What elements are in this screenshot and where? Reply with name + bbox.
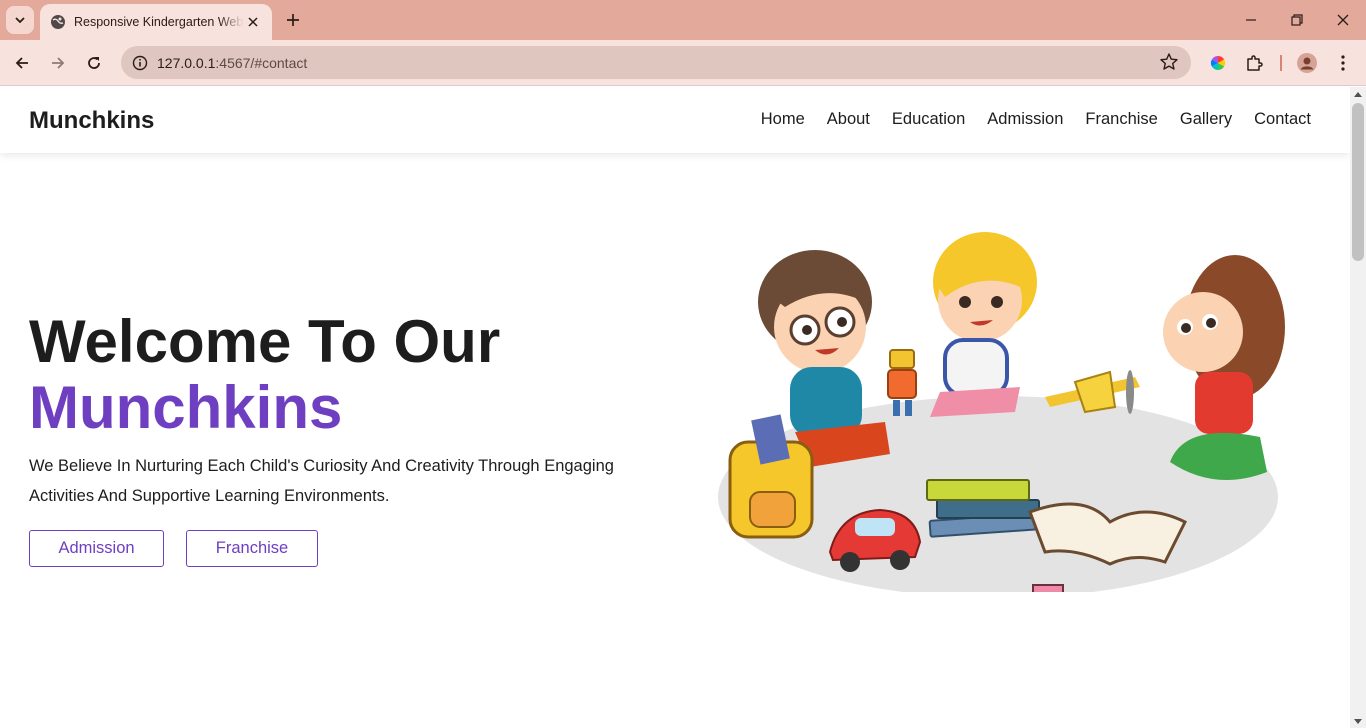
star-icon[interactable]	[1159, 52, 1179, 72]
url-text: 127.0.0.1:4567/#contact	[157, 55, 307, 71]
reload-icon	[88, 57, 100, 69]
forward-icon	[52, 57, 65, 69]
hero-description: We Believe In Nurturing Each Child's Cur…	[29, 457, 614, 505]
nav-franchise[interactable]: Franchise	[1085, 110, 1157, 129]
site-info-button[interactable]	[125, 48, 155, 78]
main-nav: Home About Education Admission Franchise…	[761, 110, 1311, 129]
close-icon	[1337, 14, 1349, 26]
plus-icon	[287, 14, 299, 26]
site-logo[interactable]: Munchkins	[29, 107, 154, 135]
scrollbar-thumb[interactable]	[1352, 103, 1364, 261]
nav-admission[interactable]: Admission	[987, 110, 1063, 129]
browser-menu-button[interactable]	[1332, 52, 1354, 74]
site-info-icon	[132, 55, 148, 70]
minimize-icon	[1246, 19, 1256, 21]
reload-button[interactable]	[80, 49, 108, 77]
book-stack	[926, 479, 1042, 538]
girl-brown-hair-figure	[1163, 255, 1285, 480]
browser-toolbar: 127.0.0.1:4567/#contact	[0, 40, 1366, 86]
nav-contact[interactable]: Contact	[1254, 110, 1311, 129]
forward-button[interactable]	[44, 49, 72, 77]
globe-icon	[51, 15, 65, 29]
franchise-button[interactable]: Franchise	[186, 530, 318, 567]
scroll-down-arrow-icon[interactable]	[1354, 719, 1362, 724]
back-icon	[15, 57, 28, 69]
kids-playing-illustration: 5 B D	[718, 232, 1285, 592]
url-host: 127.0.0.1	[157, 54, 216, 71]
girl-blonde-figure	[930, 232, 1037, 417]
profile-button[interactable]	[1296, 52, 1318, 74]
color-wheel-icon	[1210, 55, 1226, 71]
new-tab-button[interactable]	[281, 8, 305, 32]
site-header: Munchkins Home About Education Admission…	[0, 87, 1350, 153]
hero-title: Welcome To Our	[29, 308, 501, 375]
page-scrollbar[interactable]	[1350, 87, 1366, 728]
tab-strip: Responsive Kindergarten Website	[0, 0, 1366, 40]
tab-search-button[interactable]	[6, 6, 34, 34]
admission-button[interactable]: Admission	[29, 530, 164, 567]
browser-tab[interactable]: Responsive Kindergarten Website	[40, 4, 272, 40]
close-icon	[248, 17, 258, 27]
nav-education[interactable]: Education	[892, 110, 965, 129]
extensions-button[interactable]	[1243, 52, 1265, 74]
back-button[interactable]	[8, 49, 36, 77]
close-window-button[interactable]	[1320, 6, 1366, 34]
nav-gallery[interactable]: Gallery	[1180, 110, 1232, 129]
color-extension-button[interactable]	[1207, 52, 1229, 74]
chevron-down-icon	[15, 17, 25, 24]
restore-button[interactable]	[1274, 6, 1320, 34]
block-letter-5: 5	[1042, 590, 1053, 592]
puzzle-icon	[1247, 55, 1263, 71]
kebab-menu-icon	[1341, 55, 1345, 71]
page-viewport: Munchkins Home About Education Admission…	[0, 87, 1350, 728]
address-bar[interactable]: 127.0.0.1:4567/#contact	[121, 46, 1191, 79]
nav-about[interactable]: About	[827, 110, 870, 129]
minimize-button[interactable]	[1228, 6, 1274, 34]
nav-home[interactable]: Home	[761, 110, 805, 129]
url-path: :4567/#contact	[215, 54, 308, 71]
hero-brand-name: Munchkins	[29, 374, 343, 441]
scroll-up-arrow-icon[interactable]	[1354, 92, 1362, 97]
toolbar-separator	[1280, 55, 1282, 71]
profile-icon	[1297, 53, 1317, 73]
tab-close-button[interactable]	[244, 13, 262, 31]
tab-title: Responsive Kindergarten Website	[74, 15, 244, 29]
restore-icon	[1291, 14, 1303, 26]
